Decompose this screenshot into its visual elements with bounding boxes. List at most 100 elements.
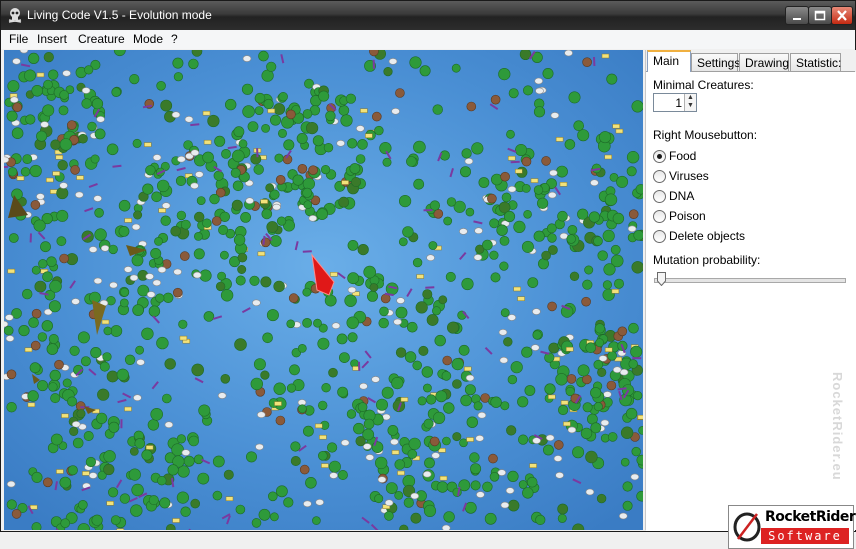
menu-file[interactable]: File xyxy=(9,32,28,46)
tab-main[interactable]: Main xyxy=(647,50,691,72)
menu-help[interactable]: ? xyxy=(171,32,178,46)
food-item xyxy=(403,227,414,238)
food-item xyxy=(157,180,169,192)
radio-button[interactable] xyxy=(653,210,666,223)
food-item xyxy=(177,211,186,220)
food-item xyxy=(303,288,311,296)
menu-creature[interactable]: Creature xyxy=(78,32,125,46)
food-item xyxy=(414,179,424,189)
food-item xyxy=(364,266,376,278)
virus-item xyxy=(535,78,543,84)
food-item xyxy=(243,106,255,118)
tab-settings[interactable]: Settings xyxy=(691,53,738,71)
food-item xyxy=(514,221,526,233)
minimal-creatures-input[interactable]: 1 ▲ ▼ xyxy=(653,93,697,112)
food-item xyxy=(565,139,575,149)
food-item xyxy=(589,212,600,223)
close-button[interactable] xyxy=(831,6,853,25)
virus-item xyxy=(628,226,636,232)
food-item xyxy=(28,391,39,402)
food-item xyxy=(558,514,566,522)
food-item xyxy=(213,491,222,500)
radio-button[interactable] xyxy=(653,170,666,183)
virus-item xyxy=(191,150,199,156)
food-item xyxy=(506,130,514,138)
food-item xyxy=(632,101,643,113)
spin-down-icon[interactable]: ▼ xyxy=(685,102,696,110)
dna-item xyxy=(616,129,623,133)
food-item xyxy=(528,278,538,288)
simulation-canvas[interactable] xyxy=(4,50,643,530)
dna-item xyxy=(531,179,538,183)
dna-item xyxy=(30,505,37,509)
dna-item xyxy=(8,269,15,273)
tab-statistic[interactable]: Statistic: xyxy=(790,53,841,71)
food-item xyxy=(163,293,173,303)
food-item xyxy=(199,405,210,416)
food-item xyxy=(358,139,368,149)
food-item xyxy=(287,320,295,328)
food-item xyxy=(608,432,617,441)
food-item xyxy=(338,387,348,397)
food-item xyxy=(270,513,278,521)
simulation-world[interactable] xyxy=(4,50,643,530)
poison-item xyxy=(522,157,531,166)
tab-drawing[interactable]: Drawing xyxy=(739,53,789,71)
mutation-slider-thumb[interactable] xyxy=(657,272,666,286)
food-item xyxy=(40,242,50,252)
poison-item xyxy=(31,341,40,350)
title-bar[interactable]: Living Code V1.5 - Evolution mode xyxy=(1,1,855,30)
food-item xyxy=(157,81,166,90)
poison-item xyxy=(583,58,592,67)
food-item xyxy=(303,318,312,327)
poison-item xyxy=(395,89,404,98)
food-item xyxy=(120,288,128,296)
food-item xyxy=(379,318,389,328)
food-item xyxy=(440,151,450,161)
virus-item xyxy=(165,422,173,428)
food-item xyxy=(197,197,205,205)
food-item xyxy=(173,58,183,68)
food-item xyxy=(60,139,72,151)
radio-button[interactable] xyxy=(653,150,666,163)
food-item xyxy=(218,225,227,234)
food-item xyxy=(120,494,130,504)
poison-item xyxy=(276,416,285,425)
food-item xyxy=(367,291,377,301)
food-item xyxy=(614,279,623,288)
food-item xyxy=(203,219,212,228)
radio-selected-dot xyxy=(657,154,662,159)
food-item xyxy=(51,434,62,445)
food-item xyxy=(502,193,511,202)
food-item xyxy=(363,429,374,440)
menu-insert[interactable]: Insert xyxy=(37,32,67,46)
food-item xyxy=(43,105,54,116)
food-item xyxy=(111,325,122,336)
poison-item xyxy=(607,381,616,390)
food-item xyxy=(4,326,13,335)
minimize-button[interactable] xyxy=(785,6,809,25)
virus-item xyxy=(394,319,402,325)
radio-button[interactable] xyxy=(653,190,666,203)
dna-item xyxy=(203,111,210,115)
spin-up-icon[interactable]: ▲ xyxy=(685,94,696,102)
food-item xyxy=(534,231,545,242)
food-item xyxy=(21,167,30,176)
food-item xyxy=(594,402,602,410)
food-item xyxy=(32,85,43,96)
food-item xyxy=(152,192,162,202)
food-item xyxy=(396,307,407,318)
food-item xyxy=(95,129,105,139)
food-item xyxy=(50,280,62,292)
minimal-creatures-stepper[interactable]: ▲ ▼ xyxy=(684,94,696,111)
radio-button[interactable] xyxy=(653,230,666,243)
food-item xyxy=(519,480,527,488)
maximize-button[interactable] xyxy=(808,6,832,25)
food-item xyxy=(232,150,244,162)
menu-mode[interactable]: Mode xyxy=(133,32,163,46)
food-item xyxy=(509,89,518,98)
mutation-slider-track[interactable] xyxy=(654,278,846,283)
food-item xyxy=(231,168,240,177)
virus-item xyxy=(385,500,393,506)
food-item xyxy=(631,346,642,357)
